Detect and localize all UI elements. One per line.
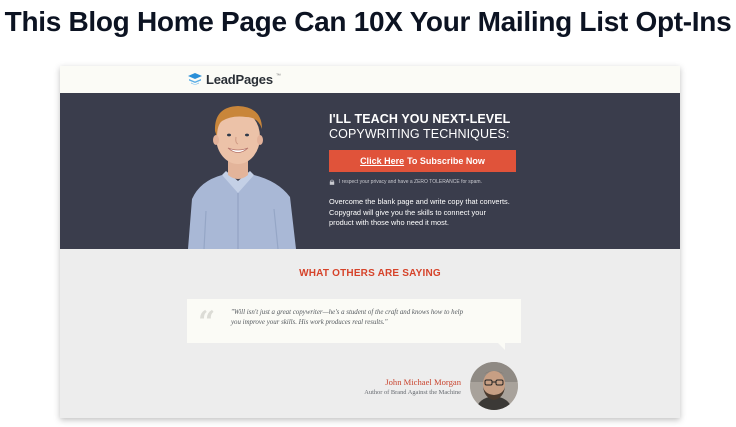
hero-description-line-1: Overcome the blank page and write copy t…	[329, 197, 510, 206]
privacy-note: I respect your privacy and have a ZERO T…	[329, 179, 482, 185]
logo-text: LeadPages	[206, 71, 273, 87]
subscribe-button-text: To Subscribe Now	[407, 156, 485, 166]
hero-section: I'LL TEACH YOU NEXT-LEVEL COPYWRITING TE…	[60, 93, 680, 249]
page-headline: This Blog Home Page Can 10X Your Mailing…	[4, 6, 732, 37]
testimonial-quote-box: “ "Will isn't just a great copywriter—he…	[187, 299, 521, 350]
testimonial-quote-line-2: you improve your skills. His work produc…	[231, 319, 388, 326]
hero-description-line-2: Copygrad will give you the skills to con…	[329, 207, 486, 217]
hero-description-line-3: product with those who need it most.	[329, 218, 449, 227]
landing-page-screenshot: LeadPages ™ I'LL TEACH YOU NEXT-LEVEL CO…	[60, 66, 680, 418]
testimonial-quote: "Will isn't just a great copywriter—he's…	[231, 308, 516, 328]
leadpages-logo[interactable]: LeadPages ™	[187, 71, 281, 87]
lock-icon	[329, 179, 335, 185]
subscribe-button[interactable]: Click Here To Subscribe Now	[329, 150, 516, 172]
testimonial-author-name: John Michael Morgan	[385, 377, 461, 387]
author-photo	[188, 106, 296, 249]
hero-title-line-1: I'LL TEACH YOU NEXT-LEVEL	[329, 112, 511, 126]
hero-description: Overcome the blank page and write copy t…	[329, 197, 529, 229]
hero-title: I'LL TEACH YOU NEXT-LEVEL COPYWRITING TE…	[329, 112, 529, 142]
testimonial-author-avatar	[470, 362, 518, 410]
leadpages-logo-icon	[188, 73, 202, 85]
quote-mark-icon: “	[198, 305, 216, 340]
testimonials-title: WHAT OTHERS ARE SAYING	[299, 268, 441, 279]
hero-title-line-2: COPYWRITING TECHNIQUES:	[329, 127, 510, 141]
top-bar: LeadPages ™	[60, 66, 680, 93]
privacy-text: I respect your privacy and have a ZERO T…	[339, 179, 482, 185]
testimonial-author-role: Author of Brand Against the Machine	[364, 389, 461, 396]
trademark-symbol: ™	[275, 73, 281, 79]
subscribe-button-link-text: Click Here	[360, 156, 405, 166]
testimonial-quote-line-1: "Will isn't just a great copywriter—he's…	[231, 309, 464, 316]
